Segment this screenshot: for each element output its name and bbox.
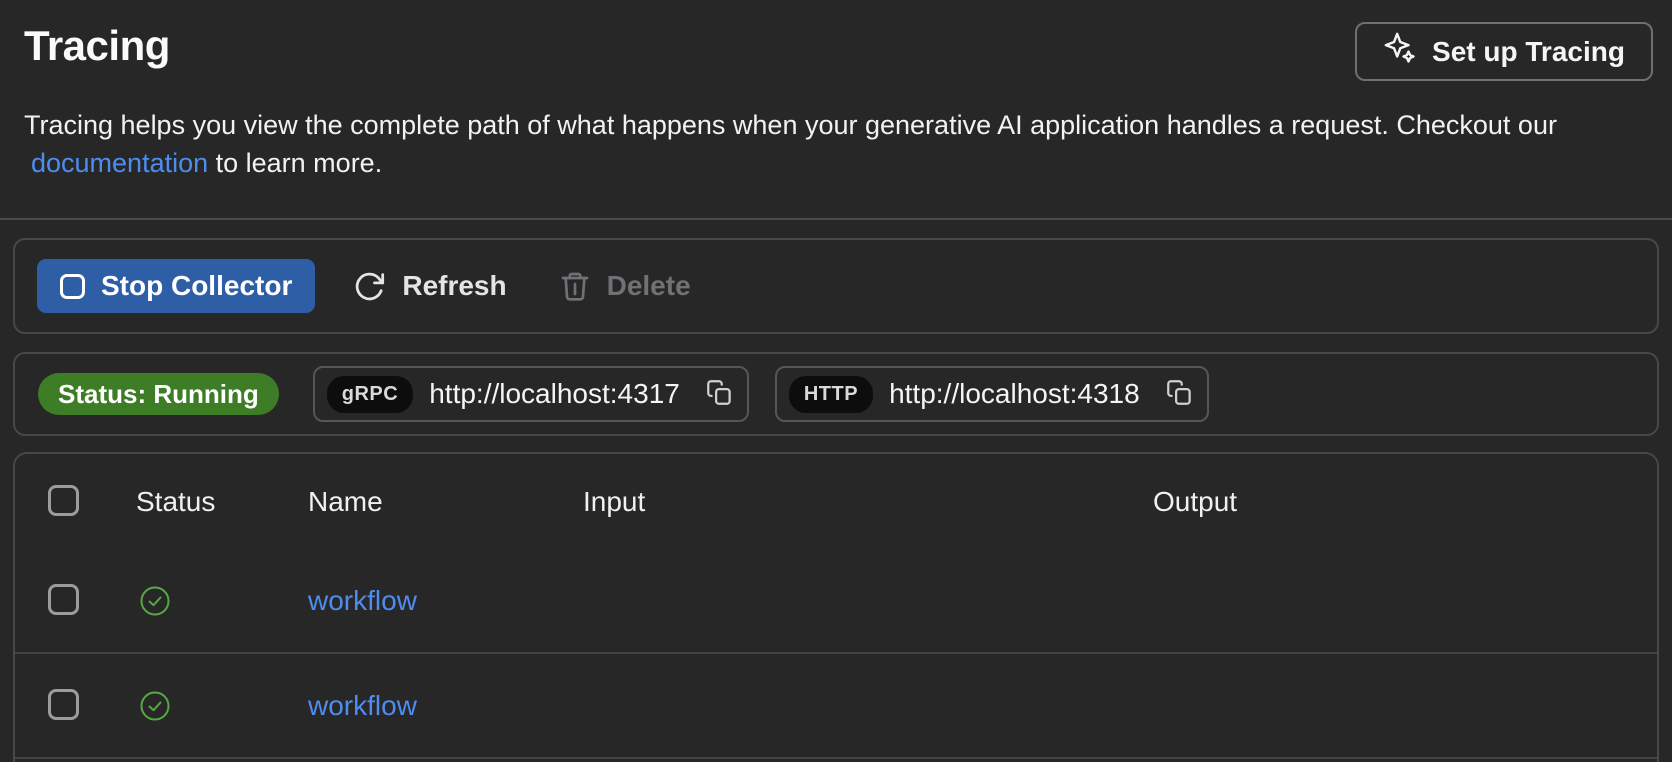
output-cell xyxy=(1153,596,1657,606)
table-row: workflow xyxy=(15,549,1657,654)
setup-tracing-button[interactable]: Set up Tracing xyxy=(1355,22,1653,81)
http-endpoint-url: http://localhost:4318 xyxy=(889,378,1140,409)
stop-collector-button[interactable]: Stop Collector xyxy=(37,259,316,313)
sparkles-icon xyxy=(1383,31,1417,72)
trash-icon xyxy=(559,269,591,303)
output-cell xyxy=(1153,701,1657,711)
page-description: Tracing helps you view the complete path… xyxy=(24,106,1648,182)
delete-label: Delete xyxy=(606,270,691,301)
grpc-endpoint: gRPC http://localhost:4317 xyxy=(312,366,749,422)
input-cell xyxy=(583,701,1153,711)
traces-table: Status Name Input Output workflow workfl… xyxy=(13,452,1659,762)
circle-check-icon xyxy=(139,690,308,722)
copy-icon xyxy=(706,379,733,409)
grpc-protocol-badge: gRPC xyxy=(326,375,414,413)
delete-button[interactable]: Delete xyxy=(559,269,691,303)
column-header-status: Status xyxy=(136,485,216,517)
refresh-button[interactable]: Refresh xyxy=(353,270,507,303)
http-copy-button[interactable] xyxy=(1166,379,1193,409)
stop-square-icon xyxy=(60,273,85,299)
collector-status-bar: Status: Running gRPC http://localhost:43… xyxy=(13,352,1659,436)
documentation-link[interactable]: documentation xyxy=(31,148,208,178)
section-divider xyxy=(0,218,1672,220)
column-header-output: Output xyxy=(1153,485,1238,517)
page-header: Tracing Set up Tracing Tracing helps you… xyxy=(0,0,1672,182)
trace-name-link[interactable]: workflow xyxy=(308,690,417,721)
setup-tracing-label: Set up Tracing xyxy=(1432,35,1625,67)
description-text-2: to learn more. xyxy=(208,148,383,178)
circle-check-icon xyxy=(139,585,308,617)
http-protocol-badge: HTTP xyxy=(788,375,874,413)
row-checkbox[interactable] xyxy=(48,584,79,615)
trace-name-link[interactable]: workflow xyxy=(308,585,417,616)
input-cell xyxy=(583,596,1153,606)
copy-icon xyxy=(1166,379,1193,409)
refresh-label: Refresh xyxy=(402,270,507,301)
http-endpoint: HTTP http://localhost:4318 xyxy=(774,366,1209,422)
toolbar: Stop Collector Refresh Delete xyxy=(13,238,1659,334)
refresh-icon xyxy=(353,270,386,303)
status-badge: Status: Running xyxy=(38,373,279,415)
table-header-row: Status Name Input Output xyxy=(15,454,1657,549)
description-text-1: Tracing helps you view the complete path… xyxy=(24,110,1557,140)
select-all-checkbox[interactable] xyxy=(48,485,79,516)
stop-collector-label: Stop Collector xyxy=(101,270,293,301)
table-row: workflow xyxy=(15,654,1657,759)
grpc-copy-button[interactable] xyxy=(706,379,733,409)
column-header-input: Input xyxy=(583,485,646,517)
grpc-endpoint-url: http://localhost:4317 xyxy=(429,378,680,409)
row-checkbox[interactable] xyxy=(48,689,79,720)
column-header-name: Name xyxy=(308,485,383,517)
